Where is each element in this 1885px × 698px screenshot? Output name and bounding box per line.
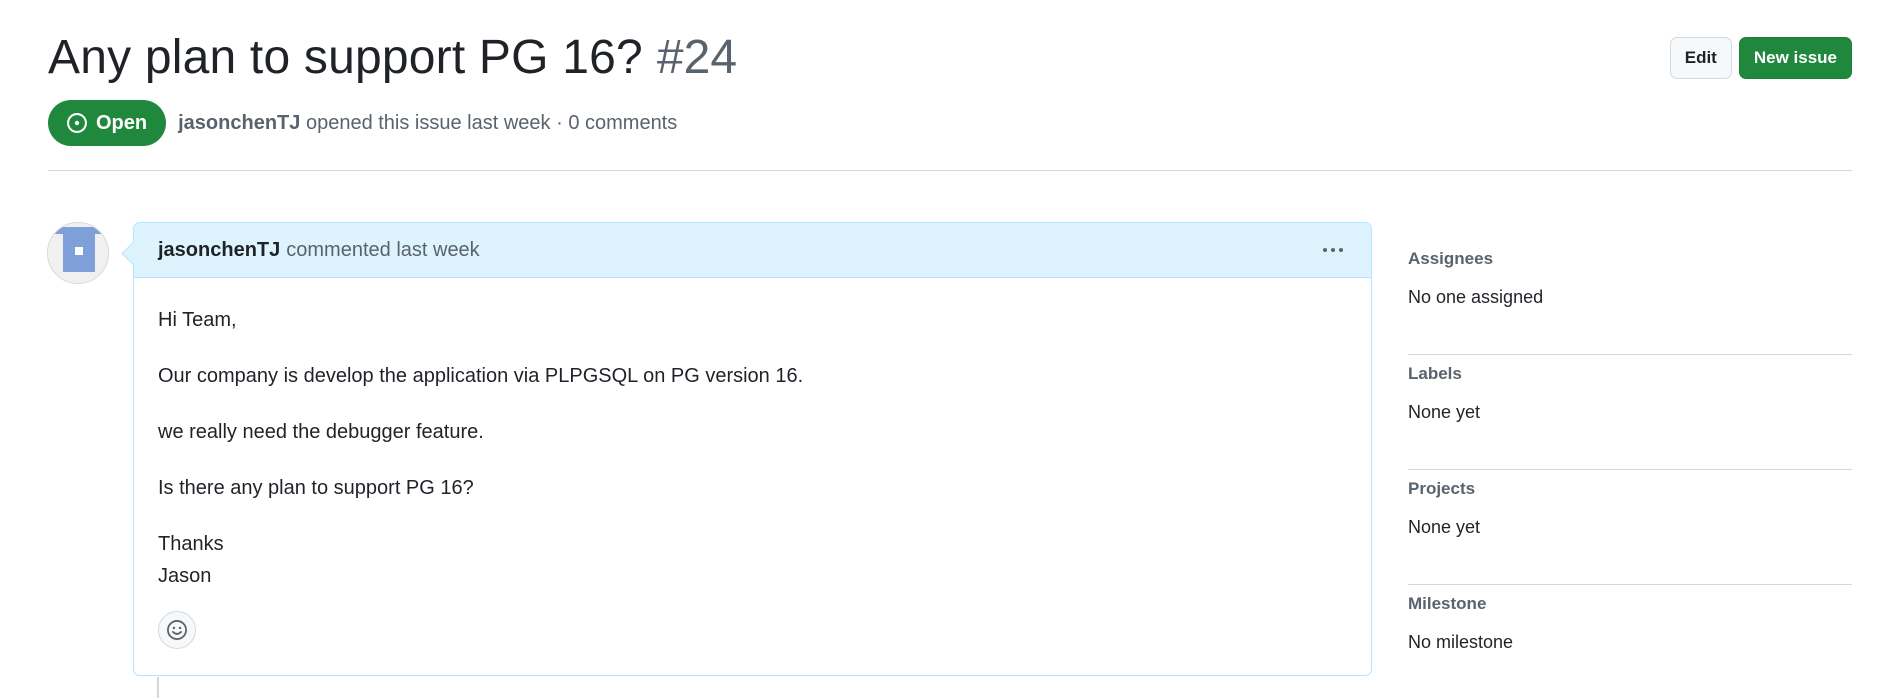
issue-meta: Open jasonchenTJ opened this issue last … [48, 100, 677, 146]
issue-state-label: Open [96, 111, 148, 134]
header-actions: Edit New issue [1669, 37, 1852, 79]
comment-paragraph: Our company is develop the application v… [158, 365, 804, 387]
sidebar-value: None yet [1408, 402, 1481, 422]
edit-button[interactable]: Edit [1669, 37, 1732, 79]
issue-author-link[interactable]: jasonchenTJ [178, 112, 300, 134]
issue-meta-text: jasonchenTJ opened this issue last week … [178, 112, 677, 135]
sidebar-labels: Labels None yet [1408, 355, 1852, 470]
header-divider [48, 170, 1852, 171]
issue-title: Any plan to support PG 16? [48, 31, 643, 84]
sidebar-value: No milestone [1408, 632, 1514, 652]
sidebar-assignees: Assignees No one assigned [1408, 240, 1852, 355]
avatar[interactable] [47, 222, 109, 284]
sidebar-heading[interactable]: Labels [1408, 363, 1852, 385]
timeline-connector [157, 677, 159, 698]
comment-author-link[interactable]: jasonchenTJ [158, 239, 280, 262]
issue-opened-icon [67, 113, 87, 133]
add-reaction-button[interactable] [158, 611, 196, 649]
avatar-identicon [48, 223, 108, 283]
smiley-icon [167, 620, 187, 640]
issue-number: #24 [656, 31, 738, 84]
new-issue-button[interactable]: New issue [1738, 37, 1852, 79]
comment-card: jasonchenTJ commented last week Hi Team,… [133, 222, 1372, 676]
issue-title-row: Any plan to support PG 16? #24 [48, 30, 737, 85]
sidebar-milestone: Milestone No milestone [1408, 585, 1852, 698]
sidebar-value: No one assigned [1408, 287, 1544, 307]
comment-header: jasonchenTJ commented last week [134, 223, 1371, 278]
issue-state-badge: Open [48, 100, 167, 146]
issue-sidebar: Assignees No one assigned Labels None ye… [1408, 240, 1852, 698]
comment-paragraph: Is there any plan to support PG 16? [158, 477, 474, 499]
sidebar-heading[interactable]: Assignees [1408, 248, 1852, 270]
comment-signoff: Thanks Jason [158, 528, 1347, 592]
comment-paragraph: we really need the debugger feature. [158, 421, 484, 443]
comment-signoff-line: Thanks [158, 533, 224, 555]
sidebar-value: None yet [1408, 517, 1481, 537]
comment-signoff-line: Jason [158, 565, 212, 587]
kebab-horizontal-icon[interactable] [1317, 236, 1349, 264]
sidebar-heading[interactable]: Milestone [1408, 593, 1852, 615]
comment-body: Hi Team, Our company is develop the appl… [134, 278, 1371, 592]
sidebar-heading[interactable]: Projects [1408, 478, 1852, 500]
sidebar-projects: Projects None yet [1408, 470, 1852, 585]
comment-timestamp[interactable]: commented last week [286, 239, 479, 262]
issue-meta-suffix: opened this issue last week · 0 comments [305, 111, 678, 134]
comment-paragraph: Hi Team, [158, 309, 237, 331]
